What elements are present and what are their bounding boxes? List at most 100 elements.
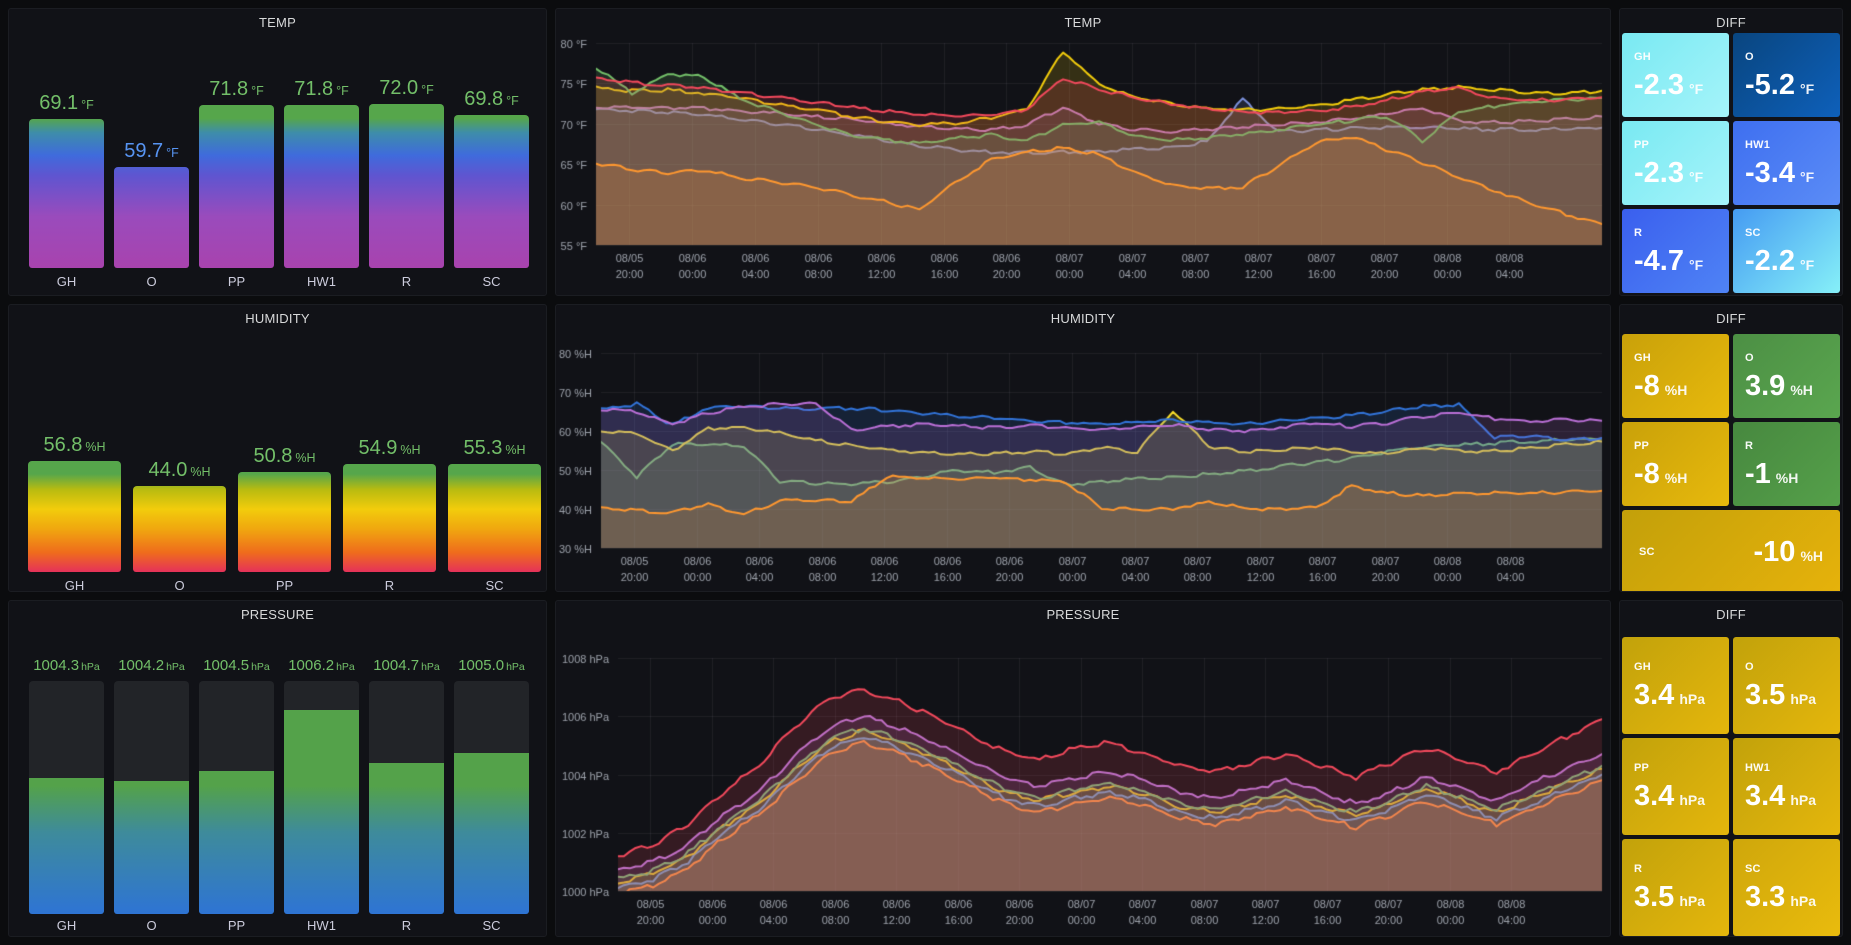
diff-tile-value: 3.4 hPa: [1634, 780, 1706, 812]
diff-tile-sc: SC -10 %H: [1622, 510, 1840, 591]
bar-label-pp: PP: [275, 578, 294, 592]
diff-tile-value: -5.2 °F: [1745, 68, 1815, 101]
panel-temp-timeseries: TEMP: [555, 8, 1611, 296]
panel-temp-diff: DIFF GH -2.3 °F O -5.2 °F PP -2.3 °F HW1 -3.4 °F R -4…: [1619, 8, 1843, 296]
diff-tile-pp: PP -2.3 °F: [1622, 121, 1729, 205]
diff-tile-label: HW1: [1745, 138, 1771, 151]
temp-diff-tiles: GH -2.3 °F O -5.2 °F PP -2.3 °F HW1 -3.4 °F R -4.7 °F S…: [1622, 33, 1840, 293]
bar-label-sc: SC: [482, 918, 501, 933]
diff-tile-value: 3.5 hPa: [1745, 679, 1817, 711]
diff-tile-value: -2.2 °F: [1745, 244, 1815, 277]
bar-hw1: [284, 710, 359, 914]
diff-tile-value: 3.5 hPa: [1634, 881, 1706, 913]
diff-tile-r: R -4.7 °F: [1622, 209, 1729, 293]
diff-tile-value: -3.4 °F: [1745, 156, 1815, 189]
panel-title-temp-chart[interactable]: TEMP: [556, 15, 1610, 30]
bar-label-r: R: [401, 274, 412, 289]
bar-label-sc: SC: [485, 578, 504, 592]
bar-label-gh: GH: [64, 578, 85, 592]
panel-title-humidity-chart[interactable]: HUMIDITY: [556, 311, 1610, 326]
bar-label-hw1: HW1: [307, 274, 336, 289]
bar-o: [133, 486, 226, 572]
bar-value-sc: 69.8 °F: [464, 88, 519, 110]
panel-pressure-bargauge: PRESSURE 1004.3 hPa GH 1004.2 hPa O 1004.5 hPa P…: [8, 600, 547, 937]
bar-sc: [454, 115, 529, 268]
humidity-diff-tiles: GH -8 %H O 3.9 %H PP -8 %H R -1 %H SC -10 %H: [1622, 334, 1840, 591]
diff-tile-label: SC: [1639, 546, 1655, 558]
diff-tile-pp: PP 3.4 hPa: [1622, 738, 1729, 835]
diff-tile-label: GH: [1634, 661, 1651, 673]
panel-title-pressure-bars[interactable]: PRESSURE: [9, 607, 546, 622]
panel-title-humidity-diff[interactable]: DIFF: [1620, 311, 1842, 326]
diff-tile-label: R: [1634, 226, 1643, 239]
panel-title-temp-bars[interactable]: TEMP: [9, 15, 546, 30]
diff-tile-hw1: HW1 -3.4 °F: [1733, 121, 1840, 205]
diff-tile-sc: SC 3.3 hPa: [1733, 839, 1840, 936]
bar-label-pp: PP: [227, 274, 246, 289]
bar-o: [114, 781, 189, 914]
pressure-bargauge-body: 1004.3 hPa GH 1004.2 hPa O 1004.5 hPa PP 1006.2 hP…: [9, 601, 546, 936]
panel-title-pressure-chart[interactable]: PRESSURE: [556, 607, 1610, 622]
diff-tile-value: -10 %H: [1753, 535, 1823, 568]
bar-label-o: O: [146, 274, 157, 289]
bar-value-o: 59.7 °F: [124, 140, 179, 162]
diff-tile-label: R: [1745, 439, 1754, 452]
bar-gh: [29, 778, 104, 914]
diff-tile-label: O: [1745, 50, 1754, 63]
panel-pressure-diff: DIFF GH 3.4 hPa O 3.5 hPa PP 3.4 hPa HW1 3.4 hPa R 3.…: [1619, 600, 1843, 937]
humidity-timeseries-canvas[interactable]: [556, 305, 1610, 591]
bar-value-sc: 55.3 %H: [463, 437, 526, 459]
panel-title-humidity-bars[interactable]: HUMIDITY: [9, 311, 546, 326]
bar-hw1: [284, 105, 359, 268]
bar-r: [369, 763, 444, 914]
diff-tile-pp: PP -8 %H: [1622, 422, 1729, 506]
bar-pp: [199, 105, 274, 268]
bar-r: [369, 104, 444, 268]
diff-tile-value: -2.3 °F: [1634, 68, 1704, 101]
panel-humidity-timeseries: HUMIDITY: [555, 304, 1611, 592]
diff-tile-value: 3.4 hPa: [1634, 679, 1706, 711]
diff-tile-value: 3.3 hPa: [1745, 881, 1817, 913]
diff-tile-label: HW1: [1745, 762, 1771, 774]
diff-tile-label: R: [1634, 863, 1643, 875]
panel-temp-bargauge: TEMP 69.1 °F GH 59.7 °F O 71.8 °F PP 71.8 °F HW1 72.…: [8, 8, 547, 296]
diff-tile-value: -4.7 °F: [1634, 244, 1704, 277]
panel-title-temp-diff[interactable]: DIFF: [1620, 15, 1842, 30]
diff-tile-value: -8 %H: [1634, 369, 1688, 402]
bar-label-sc: SC: [482, 274, 501, 289]
diff-tile-label: PP: [1634, 439, 1650, 452]
diff-tile-value: 3.4 hPa: [1745, 780, 1817, 812]
panel-pressure-timeseries: PRESSURE: [555, 600, 1611, 937]
diff-tile-r: R 3.5 hPa: [1622, 839, 1729, 936]
panel-title-pressure-diff[interactable]: DIFF: [1620, 607, 1842, 622]
diff-tile-label: SC: [1745, 863, 1761, 875]
diff-tile-value: -8 %H: [1634, 457, 1688, 490]
bar-label-r: R: [401, 918, 412, 933]
diff-tile-label: PP: [1634, 138, 1650, 151]
diff-tile-label: GH: [1634, 50, 1651, 63]
diff-tile-gh: GH -2.3 °F: [1622, 33, 1729, 117]
bar-label-gh: GH: [56, 274, 77, 289]
diff-tile-gh: GH 3.4 hPa: [1622, 637, 1729, 734]
diff-tile-value: -2.3 °F: [1634, 156, 1704, 189]
bar-label-r: R: [384, 578, 395, 592]
diff-tile-gh: GH -8 %H: [1622, 334, 1729, 418]
diff-tile-value: 3.9 %H: [1745, 369, 1813, 402]
panel-humidity-diff: DIFF GH -8 %H O 3.9 %H PP -8 %H R -1 %H SC -10 %H: [1619, 304, 1843, 592]
bar-sc: [454, 753, 529, 914]
bar-label-hw1: HW1: [307, 918, 336, 933]
bar-pp: [238, 472, 331, 572]
diff-tile-sc: SC -2.2 °F: [1733, 209, 1840, 293]
temp-timeseries-canvas[interactable]: [556, 9, 1610, 295]
pressure-timeseries-canvas[interactable]: [556, 601, 1610, 936]
temp-bargauge-body: 69.1 °F GH 59.7 °F O 71.8 °F PP 71.8 °F HW1 72.0 °F R 6…: [9, 9, 546, 295]
bar-value-sc: 1005.0 hPa: [458, 657, 525, 674]
pressure-diff-tiles: GH 3.4 hPa O 3.5 hPa PP 3.4 hPa HW1 3.4 hPa R 3.5 hPa S…: [1622, 637, 1840, 936]
bar-gh: [28, 461, 121, 572]
bar-pp: [199, 771, 274, 914]
bar-value-gh: 56.8 %H: [43, 434, 106, 456]
bar-label-gh: GH: [56, 918, 77, 933]
diff-tile-label: SC: [1745, 226, 1761, 239]
bar-r: [343, 464, 436, 572]
bar-gh: [29, 119, 104, 268]
